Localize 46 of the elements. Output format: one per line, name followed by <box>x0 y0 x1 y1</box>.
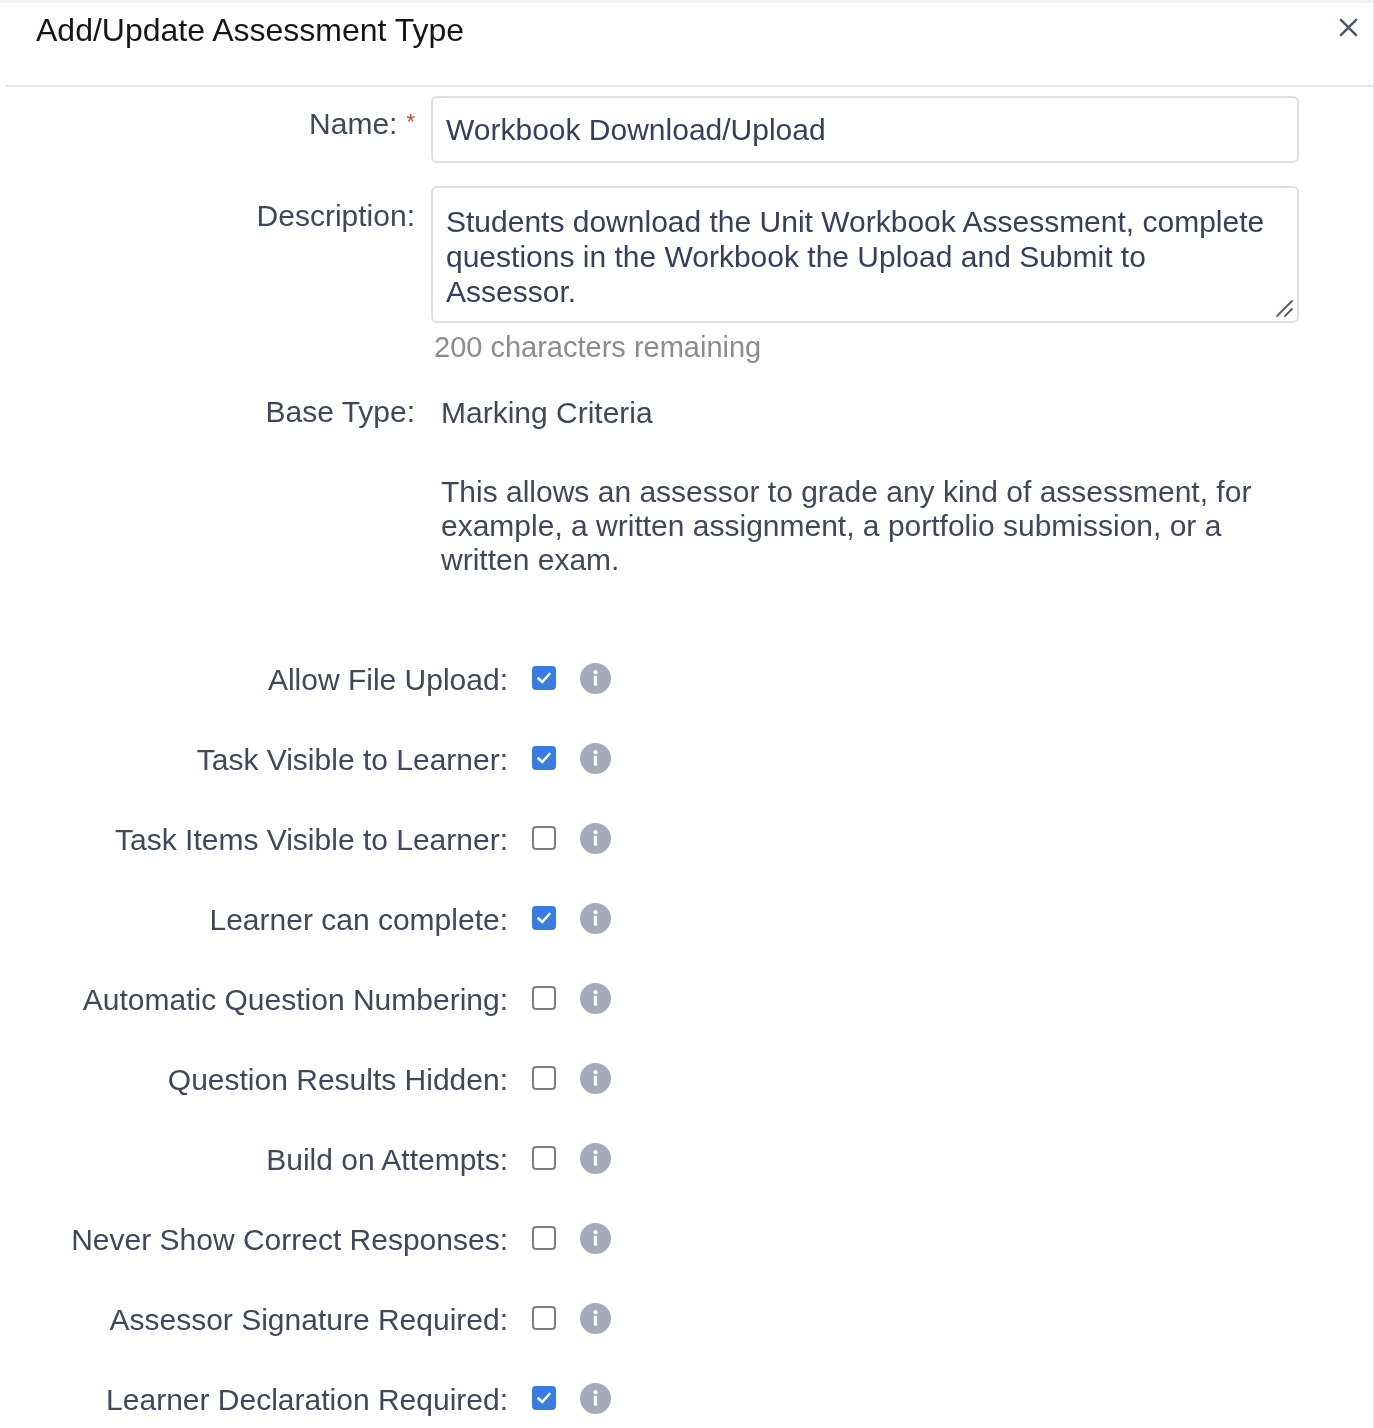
option-label: Allow File Upload: <box>267 663 508 697</box>
info-icon[interactable] <box>580 1142 611 1174</box>
checkbox[interactable] <box>532 1226 556 1250</box>
option-label: Learner can complete: <box>209 903 508 937</box>
option-label: Build on Attempts: <box>266 1143 508 1177</box>
base-type-value: Marking Criteria <box>440 396 654 430</box>
info-icon[interactable] <box>580 1062 611 1094</box>
checkbox[interactable] <box>532 1306 556 1330</box>
info-icon[interactable] <box>580 982 611 1014</box>
info-icon[interactable] <box>580 742 611 774</box>
option-label: Task Items Visible to Learner: <box>115 823 508 857</box>
checkbox[interactable] <box>532 826 556 850</box>
field-label: Description: <box>256 200 415 232</box>
option-label: Automatic Question Numbering: <box>82 983 508 1017</box>
option-label: Learner Declaration Required: <box>106 1383 508 1417</box>
checkbox[interactable] <box>532 986 556 1010</box>
option-label: Assessor Signature Required: <box>109 1303 508 1337</box>
check-icon <box>536 910 552 926</box>
description-field[interactable]: Students download the Unit Workbook Assessment, complete questions in the Workbook the Upload and Submit to Assessor. <box>431 186 1299 323</box>
name-field[interactable]: Workbook Download/Upload <box>431 96 1299 163</box>
info-icon[interactable] <box>580 902 611 934</box>
info-icon[interactable] <box>580 662 611 694</box>
option-label: Never Show Correct Responses: <box>71 1223 508 1257</box>
info-icon[interactable] <box>580 1302 611 1334</box>
check-icon <box>536 750 552 766</box>
checkbox[interactable] <box>532 666 556 690</box>
field-label: Name: <box>309 108 398 140</box>
check-icon <box>536 670 552 686</box>
close-icon <box>1338 17 1358 37</box>
check-icon <box>536 1390 552 1406</box>
field-label: Base Type: <box>265 396 415 428</box>
option-label: Question Results Hidden: <box>167 1063 508 1097</box>
resize-handle-icon[interactable] <box>1274 298 1294 318</box>
option-label: Task Visible to Learner: <box>196 743 508 777</box>
info-icon[interactable] <box>580 1382 611 1414</box>
checkbox[interactable] <box>532 1386 556 1410</box>
required-marker: * <box>406 108 415 133</box>
base-type-description: This allows an assessor to grade any kind of assessment, for example, a written assignment, a portfolio submission, or a written exam. <box>440 475 1253 577</box>
checkbox[interactable] <box>532 1066 556 1090</box>
characters-remaining-text: 200 characters remaining <box>433 332 763 362</box>
checkbox[interactable] <box>532 1146 556 1170</box>
info-icon[interactable] <box>580 822 611 854</box>
info-icon[interactable] <box>580 1222 611 1254</box>
dialog-title: Add/Update Assessment Type <box>36 12 465 48</box>
checkbox[interactable] <box>532 906 556 930</box>
checkbox[interactable] <box>532 746 556 770</box>
